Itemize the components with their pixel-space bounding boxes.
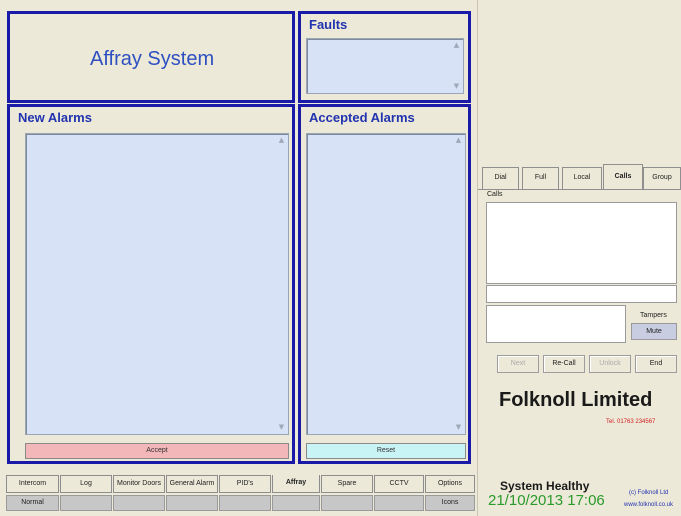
tab-general-alarm[interactable]: General Alarm (166, 475, 218, 493)
recall-button[interactable]: Re-Call (543, 355, 585, 373)
end-button[interactable]: End (635, 355, 677, 373)
tab-spare[interactable]: Spare (321, 475, 373, 493)
normal-button[interactable]: Normal (6, 495, 59, 511)
company-name: Folknoll Limited (499, 389, 653, 411)
website-link[interactable]: www.folknoll.co.uk (624, 502, 673, 508)
calls-label: Calls (487, 191, 503, 198)
calls-status-box (486, 305, 626, 343)
system-title-panel: Affray System (7, 11, 295, 103)
accept-button[interactable]: Accept (25, 443, 289, 459)
tab-calls[interactable]: Calls (603, 164, 643, 189)
system-health: System Healthy (500, 479, 590, 493)
scroll-down-icon[interactable]: ▼ (454, 423, 463, 432)
system-title: Affray System (90, 48, 215, 70)
icons-button[interactable]: Icons (425, 495, 475, 511)
slot-button-6[interactable] (272, 495, 320, 511)
accepted-alarms-title: Accepted Alarms (309, 110, 415, 125)
slot-button-4[interactable] (166, 495, 218, 511)
slot-button-7[interactable] (321, 495, 373, 511)
slot-button-8[interactable] (374, 495, 424, 511)
mute-button[interactable]: Mute (631, 323, 677, 340)
reset-button[interactable]: Reset (306, 443, 466, 459)
date-time: 21/10/2013 17:06 (488, 492, 605, 509)
copyright: (c) Folknoll Ltd (629, 490, 669, 496)
new-alarms-title: New Alarms (18, 110, 92, 125)
next-button[interactable]: Next (497, 355, 539, 373)
calls-list[interactable] (486, 202, 677, 284)
scroll-up-icon[interactable]: ▲ (277, 136, 286, 145)
slot-button-2[interactable] (60, 495, 112, 511)
unlock-button[interactable]: Unlock (589, 355, 631, 373)
tab-affray[interactable]: Affray (272, 475, 320, 493)
tab-group[interactable]: Group (643, 167, 681, 189)
tab-dial[interactable]: Dial (482, 167, 519, 189)
scroll-down-icon[interactable]: ▼ (452, 82, 461, 91)
accepted-alarms-list[interactable]: ▲ ▼ (306, 133, 466, 435)
tab-local[interactable]: Local (562, 167, 602, 189)
tampers-label: Tampers (640, 312, 667, 319)
faults-panel: Faults ▲ ▼ (298, 11, 471, 103)
company-tel: Tel. 01763 234567 (606, 419, 656, 425)
scroll-up-icon[interactable]: ▲ (454, 136, 463, 145)
scroll-up-icon[interactable]: ▲ (452, 41, 461, 50)
tab-full[interactable]: Full (522, 167, 559, 189)
tab-cctv[interactable]: CCTV (374, 475, 424, 493)
tab-pids[interactable]: PID's (219, 475, 271, 493)
calls-entry[interactable] (486, 285, 677, 303)
tab-options[interactable]: Options (425, 475, 475, 493)
new-alarms-panel: New Alarms ▲ ▼ Accept (7, 104, 295, 464)
faults-title: Faults (309, 17, 348, 32)
tab-log[interactable]: Log (60, 475, 112, 493)
slot-button-3[interactable] (113, 495, 165, 511)
slot-button-5[interactable] (219, 495, 271, 511)
accepted-alarms-panel: Accepted Alarms ▲ ▼ Reset (298, 104, 471, 464)
tab-monitor-doors[interactable]: Monitor Doors (113, 475, 165, 493)
faults-list[interactable]: ▲ ▼ (306, 38, 464, 94)
scroll-down-icon[interactable]: ▼ (277, 423, 286, 432)
new-alarms-list[interactable]: ▲ ▼ (25, 133, 289, 435)
tab-intercom[interactable]: Intercom (6, 475, 59, 493)
